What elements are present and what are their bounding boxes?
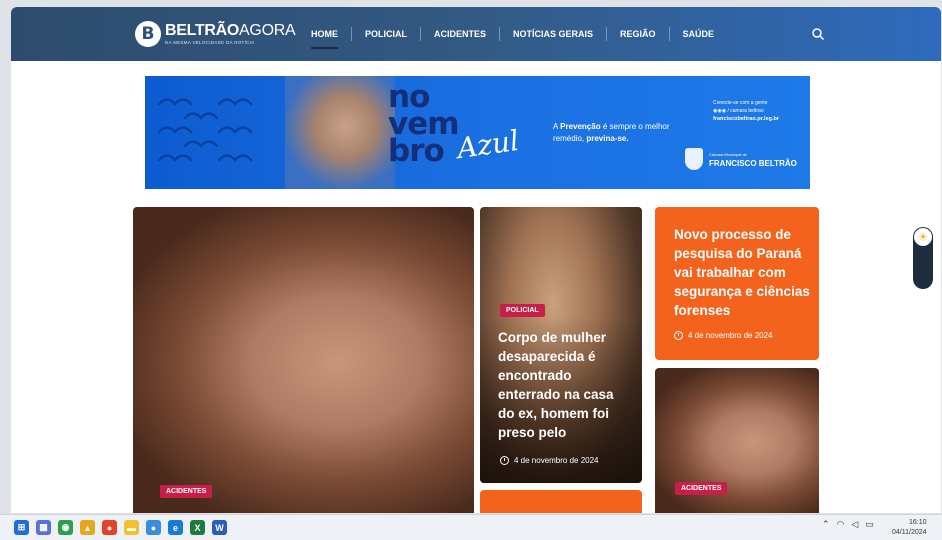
whatsapp-icon[interactable]: ◉ [58, 520, 73, 535]
nav-saude[interactable]: SAÚDE [670, 7, 728, 61]
excel-icon[interactable]: X [190, 520, 205, 535]
word-icon[interactable]: W [212, 520, 227, 535]
main-menu: HOME POLICIAL ACIDENTES NOTÍCIAS GERAIS … [298, 7, 727, 61]
category-badge[interactable]: ACIDENTES [160, 485, 213, 498]
chrome-profile-icon[interactable]: ● [146, 520, 161, 535]
clock-icon [500, 456, 509, 465]
site-logo[interactable]: B BELTRÃOAGORA NA MESMA VELOCIDADE DA NO… [135, 19, 296, 49]
news-card-orange[interactable]: Novo processo de pesquisa do Paraná vai … [655, 207, 819, 360]
sun-icon: ☀ [914, 228, 932, 246]
nav-policial[interactable]: POLICIAL [352, 7, 420, 61]
social-icons: ◉◉◉ [713, 108, 727, 114]
taskbar-clock[interactable]: 16:10 04/11/2024 [892, 518, 927, 538]
smiling-man-photo [285, 76, 395, 189]
novembro-azul-banner[interactable]: no vem bro Azul A Prevenção é sempre o m… [145, 76, 810, 189]
nav-regiao[interactable]: REGIÃO [607, 7, 669, 61]
system-tray: ⌃ ◠ ◁ ▭ [822, 519, 874, 530]
news-date: 4 de novembro de 2024 [674, 331, 773, 340]
wifi-icon[interactable]: ◠ [837, 519, 845, 530]
volume-icon[interactable]: ◁ [851, 519, 858, 530]
windows-start-icon[interactable]: ⊞ [14, 520, 29, 535]
nav-acidentes[interactable]: ACIDENTES [421, 7, 499, 61]
battery-icon[interactable]: ▭ [865, 519, 874, 530]
news-card-policial[interactable]: POLICIAL Corpo de mulher desaparecida é … [480, 207, 642, 483]
camara-logo: Câmara Municipal de FRANCISCO BELTRÃO [685, 148, 797, 170]
news-headline[interactable]: Corpo de mulher desaparecida é encontrad… [498, 328, 633, 442]
logo-tagline: NA MESMA VELOCIDADE DA NOTÍCIA [165, 39, 255, 45]
coat-of-arms-icon [685, 148, 703, 170]
browser-page: B BELTRÃOAGORA NA MESMA VELOCIDADE DA NO… [11, 7, 941, 513]
banner-contact: Conecte-se com a gente ◉◉◉ / camara belt… [713, 100, 780, 122]
banner-azul-script: Azul [455, 123, 521, 166]
top-navigation-bar: B BELTRÃOAGORA NA MESMA VELOCIDADE DA NO… [11, 7, 941, 61]
nav-noticias-gerais[interactable]: NOTÍCIAS GERAIS [500, 7, 606, 61]
banner-title: no vem bro [388, 79, 460, 169]
banner-prevention-text: A Prevenção é sempre o melhor remédio, p… [553, 122, 670, 143]
featured-news-card[interactable]: ACIDENTES [133, 207, 474, 513]
logo-mark-icon: B [135, 21, 161, 47]
search-icon[interactable] [811, 27, 825, 41]
clock-icon [674, 331, 683, 340]
edge-icon[interactable]: e [168, 520, 183, 535]
chrome-icon[interactable]: ● [102, 520, 117, 535]
category-badge[interactable]: ACIDENTES [675, 482, 728, 495]
news-card-orange-partial[interactable] [480, 490, 642, 513]
logo-brand: BELTRÃO [165, 21, 240, 39]
chevron-up-icon[interactable]: ⌃ [822, 519, 830, 530]
logo-suffix: AGORA [239, 21, 296, 39]
category-badge[interactable]: POLICIAL [500, 304, 545, 317]
mustache-pattern [157, 98, 253, 162]
windows-taskbar: ⊞ ▦ ◉ ▲ ● ▬ ● e X W ⌃ ◠ ◁ ▭ 16:10 04/11/… [0, 514, 942, 540]
file-explorer-icon[interactable]: ▬ [124, 520, 139, 535]
news-headline[interactable]: Novo processo de pesquisa do Paraná vai … [674, 225, 814, 320]
news-date: 4 de novembro de 2024 [500, 456, 599, 465]
nav-home[interactable]: HOME [298, 7, 351, 61]
news-card-small[interactable]: ACIDENTES [655, 368, 819, 513]
google-drive-icon[interactable]: ▲ [80, 520, 95, 535]
widgets-icon[interactable]: ▦ [36, 520, 51, 535]
theme-toggle[interactable]: ☀ [913, 227, 933, 289]
